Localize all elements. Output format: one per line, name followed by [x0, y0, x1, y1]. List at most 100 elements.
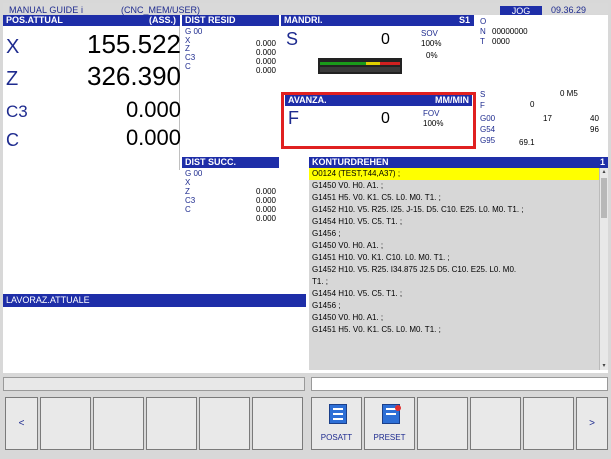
scroll-thumb[interactable] [601, 178, 607, 218]
clock: 09.36.29 [551, 5, 587, 15]
dist-resid-value: 0.000 [255, 48, 276, 57]
softkey-3[interactable] [146, 397, 197, 450]
program-line[interactable]: G1452 H10. V5. R25. I25. J-15. D5. C10. … [309, 204, 599, 216]
dist-resid-value: 0.000 [255, 39, 276, 48]
scroll-up-icon[interactable]: ▴ [601, 169, 607, 175]
gcode-g00: G00 [480, 114, 496, 123]
sov-percent: 100% [421, 39, 442, 48]
softkey-preset[interactable]: PRESET [364, 397, 415, 450]
gcode-g54: G54 [480, 125, 496, 134]
program-line[interactable]: G1456 ; [309, 300, 599, 312]
program-header: KONTURDREHEN 1 [309, 157, 608, 168]
program-line[interactable]: T1. ; [309, 276, 599, 288]
message-line [3, 377, 305, 391]
program-line[interactable]: G1450 V0. H0. A1. ; [309, 312, 599, 324]
dist-succ-value: 0.000 [255, 196, 276, 205]
position-mode: (ASS.) [149, 15, 176, 25]
key-input-line[interactable] [311, 377, 608, 391]
preset-icon [382, 404, 401, 424]
chevron-right-icon: > [589, 418, 595, 429]
position-header: POS.ATTUAL (ASS.) [3, 15, 180, 26]
axis-label-c: C [6, 130, 19, 150]
softkey-prev[interactable]: < [5, 397, 38, 450]
icon-line [333, 413, 343, 415]
softkey-posatt[interactable]: POSATT [311, 397, 362, 450]
load-bar-red [380, 62, 400, 65]
program-line[interactable]: G1451 H10. V0. K1. C10. L0. M0. T1. ; [309, 252, 599, 264]
program-line[interactable]: G1451 H5. V0. K1. C5. L0. M0. T1. ; [309, 324, 599, 336]
dist-succ-value: 0.000 [255, 205, 276, 214]
icon-dot [395, 405, 401, 411]
softkey-1[interactable] [40, 397, 91, 450]
feed-modal-label: F [480, 101, 485, 110]
icon-line [333, 418, 343, 420]
dist-resid-label: C3 [185, 53, 196, 62]
position-icon [329, 404, 347, 424]
program-scrollbar[interactable]: ▴ ▾ [599, 168, 608, 370]
gcode-96: 96 [590, 125, 599, 134]
axis-label-z: Z [6, 68, 19, 90]
program-line[interactable]: G1451 H5. V0. K1. C5. L0. M0. T1. ; [309, 192, 599, 204]
position-header-label: POS.ATTUAL [6, 15, 63, 25]
dist-resid-header: DIST RESID [182, 15, 279, 26]
dist-resid-value: 0.000 [255, 57, 276, 66]
dist-succ-label: C3 [185, 196, 196, 205]
sequence-n-value: 00000000 [492, 27, 528, 36]
axis-label-x: X [6, 36, 20, 58]
program-line-current[interactable]: O0124 (TEST,T44,A37) ; [309, 168, 599, 180]
dist-succ-label: X [185, 178, 191, 187]
softkey-5[interactable] [252, 397, 303, 450]
program-line[interactable]: G1452 H10. V5. R25. I34.875 J2.5 D5. C10… [309, 264, 599, 276]
dist-resid-label: C [185, 62, 191, 71]
axis-value-c: 0.000 [125, 125, 181, 150]
softkey-4[interactable] [199, 397, 250, 450]
current-operation-header: LAVORAZ.ATTUALE [3, 294, 306, 307]
dist-succ-value: 0.000 [255, 187, 276, 196]
m-code-value: 0 M5 [560, 89, 578, 98]
dist-succ-label: Z [185, 187, 190, 196]
dist-resid-label: Z [185, 44, 190, 53]
load-bar-green [320, 62, 366, 65]
tool-t-value: 0000 [492, 37, 510, 46]
spindle-load-bar [318, 58, 402, 74]
softkey-9[interactable] [470, 397, 521, 450]
program-line[interactable]: G1456 ; [309, 228, 599, 240]
axis-value-x: 155.522 [87, 29, 181, 59]
program-listing[interactable]: O0124 (TEST,T44,A37) ; G1450 V0. H0. A1.… [309, 168, 599, 370]
program-line[interactable]: G1454 H10. V5. C5. T1. ; [309, 216, 599, 228]
spindle-header: MANDRI. S1 [281, 15, 474, 26]
current-operation-panel [3, 307, 306, 373]
feed-modal-value: 0 [530, 100, 535, 109]
spindle-s-value: 0 [381, 31, 390, 48]
softkey-preset-label: PRESET [373, 433, 406, 442]
gcode-17: 17 [543, 114, 552, 123]
dist-succ-header: DIST SUCC. [182, 157, 279, 168]
program-o-label: O [480, 17, 487, 26]
dist-succ-value: 0.000 [255, 214, 276, 223]
position-values: X 155.522 Z 326.390 C3 0.000 C 0.000 [5, 28, 181, 168]
axis-value-z: 326.390 [87, 61, 181, 91]
softkey-8[interactable] [417, 397, 468, 450]
spindle-s-modal-label: S [480, 90, 486, 99]
softkey-2[interactable] [93, 397, 144, 450]
softkey-next[interactable]: > [576, 397, 608, 450]
scroll-down-icon[interactable]: ▾ [601, 363, 607, 369]
sov-label: SOV [421, 29, 438, 38]
dist-succ-values: G 00 X 0.000 Z 0.000 C3 0.000 C 0.000 [184, 170, 279, 240]
program-line[interactable]: G1450 V0. H0. A1. ; [309, 240, 599, 252]
cnc-screen: MANUAL GUIDE i (CNC_MEM/USER) JOG 09.36.… [0, 0, 611, 459]
tool-t-label: T [480, 37, 485, 46]
softkey-posatt-label: POSATT [320, 433, 353, 442]
axis-value-c3: 0.000 [125, 97, 181, 122]
spindle-number: S1 [458, 15, 470, 25]
app-title: MANUAL GUIDE i [9, 5, 84, 15]
dist-succ-g: G 00 [185, 169, 203, 178]
chevron-left-icon: < [18, 418, 25, 429]
softkey-10[interactable] [523, 397, 574, 450]
program-line[interactable]: G1454 H10. V5. C5. T1. ; [309, 288, 599, 300]
program-line[interactable]: G1450 V0. H0. A1. ; [309, 180, 599, 192]
mode-label: (CNC_MEM/USER) [121, 5, 201, 15]
dist-resid-values: G 00 X 0.000 Z 0.000 C3 0.000 C 0.000 [184, 28, 279, 98]
dist-resid-value: 0.000 [255, 66, 276, 75]
program-header-label: KONTURDREHEN [312, 157, 389, 167]
